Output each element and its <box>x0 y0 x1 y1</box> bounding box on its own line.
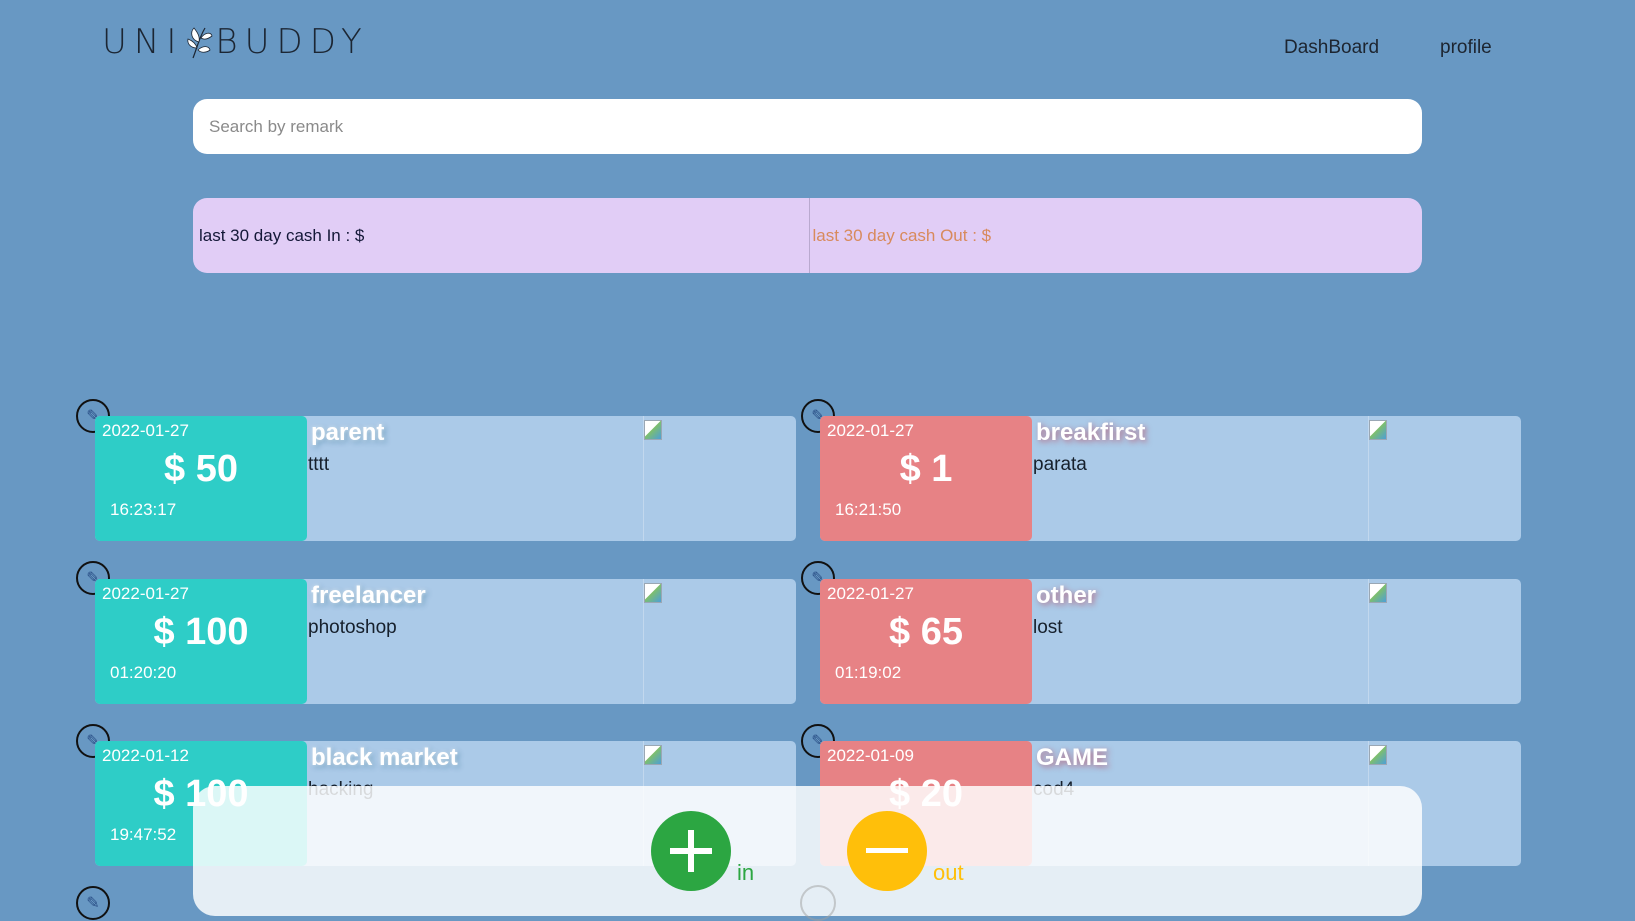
transaction-remark: parata <box>1033 454 1087 475</box>
nav-profile[interactable]: profile <box>1440 37 1492 59</box>
leaf-icon <box>187 27 213 59</box>
brand-text-right: BUDDY <box>215 22 369 62</box>
transaction-date: 2022-01-27 <box>102 584 189 603</box>
minus-icon <box>866 848 908 853</box>
receipt-image <box>1368 416 1521 541</box>
cash-in-label: in <box>737 860 755 885</box>
transaction-category: GAME <box>1036 744 1108 771</box>
transaction-date: 2022-01-12 <box>102 746 189 765</box>
plus-icon <box>670 830 712 872</box>
amount-box: 2022-01-27 $ 1 16:21:50 <box>820 416 1032 541</box>
transaction-remark: tttt <box>308 454 330 475</box>
transaction-amount: $ 100 <box>153 611 249 653</box>
transaction-time: 01:19:02 <box>835 663 902 682</box>
nav-dashboard[interactable]: DashBoard <box>1284 37 1379 59</box>
brand-logo[interactable]: UNI BUDDY <box>102 22 369 62</box>
edit-pencil-icon[interactable] <box>800 885 836 921</box>
transaction-category: breakfirst <box>1036 419 1146 446</box>
add-cash-out-button[interactable] <box>847 811 927 891</box>
transaction-amount: $ 50 <box>164 448 238 490</box>
broken-image-icon <box>1369 583 1387 603</box>
receipt-image <box>643 416 796 541</box>
amount-box: 2022-01-27 $ 65 01:19:02 <box>820 579 1032 704</box>
transaction-card[interactable]: 2022-01-27 $ 65 01:19:02 other lost <box>820 579 1521 704</box>
cash-in-summary: last 30 day cash In : $ <box>193 198 810 273</box>
transaction-card[interactable]: 2022-01-27 $ 1 16:21:50 breakfirst parat… <box>820 416 1521 541</box>
transaction-date: 2022-01-27 <box>102 421 189 440</box>
transaction-remark: lost <box>1033 617 1063 638</box>
transaction-time: 16:23:17 <box>110 500 177 519</box>
transaction-time: 19:47:52 <box>110 825 177 844</box>
transaction-time: 01:20:20 <box>110 663 177 682</box>
transaction-date: 2022-01-27 <box>827 584 914 603</box>
brand-text-left: UNI <box>102 22 184 62</box>
transaction-amount: $ 65 <box>889 611 963 653</box>
broken-image-icon <box>1369 420 1387 440</box>
broken-image-icon <box>644 583 662 603</box>
broken-image-icon <box>644 745 662 765</box>
transaction-category: freelancer <box>311 582 426 609</box>
cash-summary: last 30 day cash In : $ last 30 day cash… <box>193 198 1422 273</box>
add-cash-in-button[interactable] <box>651 811 731 891</box>
receipt-image <box>1368 579 1521 704</box>
search-input[interactable] <box>193 99 1422 154</box>
edit-pencil-icon[interactable]: ✎ <box>76 886 110 920</box>
amount-box: 2022-01-27 $ 100 01:20:20 <box>95 579 307 704</box>
transaction-time: 16:21:50 <box>835 500 902 519</box>
broken-image-icon <box>1369 745 1387 765</box>
transaction-date: 2022-01-09 <box>827 746 914 765</box>
transaction-date: 2022-01-27 <box>827 421 914 440</box>
transaction-remark: photoshop <box>308 617 397 638</box>
transaction-card[interactable]: 2022-01-27 $ 100 01:20:20 freelancer pho… <box>95 579 796 704</box>
transaction-category: other <box>1036 582 1096 609</box>
transaction-category: parent <box>311 419 385 446</box>
transaction-amount: $ 1 <box>899 448 953 490</box>
amount-box: 2022-01-27 $ 50 16:23:17 <box>95 416 307 541</box>
receipt-image <box>643 579 796 704</box>
transaction-category: black market <box>311 744 458 771</box>
broken-image-icon <box>644 420 662 440</box>
transaction-card[interactable]: 2022-01-27 $ 50 16:23:17 parent tttt <box>95 416 796 541</box>
cash-out-summary: last 30 day cash Out : $ <box>812 225 992 245</box>
cash-out-label: out <box>933 860 964 885</box>
